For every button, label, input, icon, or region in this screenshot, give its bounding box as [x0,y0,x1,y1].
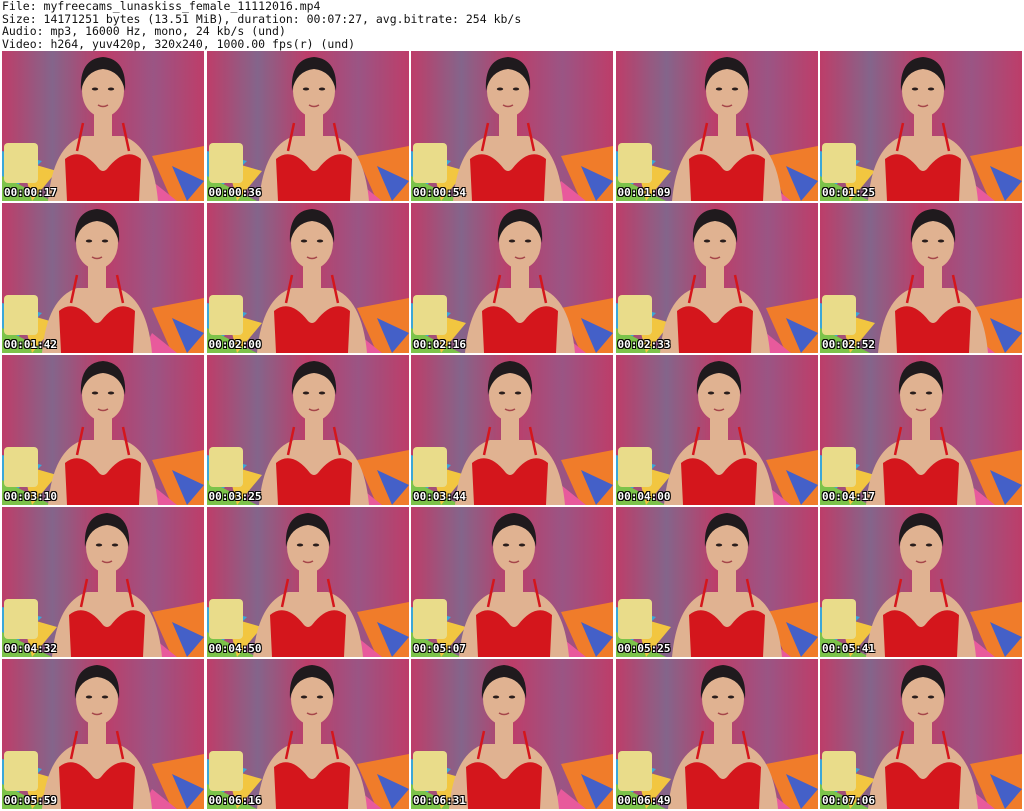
frame-image [2,507,204,657]
file-info-header: File: myfreecams_lunaskiss_female_111120… [0,0,1024,50]
video-frame-thumbnail: 00:05:25 [615,507,818,657]
frame-image [206,355,409,505]
video-frame-thumbnail: 00:03:10 [2,355,204,505]
frame-timestamp: 00:05:25 [617,642,671,655]
frame-timestamp: 00:02:33 [617,338,671,351]
frame-image [615,355,818,505]
frame-timestamp: 00:02:52 [822,338,875,351]
frame-image [2,355,204,505]
video-frame-thumbnail: 00:02:52 [820,203,1022,353]
frame-image [206,659,409,809]
video-frame-thumbnail: 00:05:59 [2,659,204,809]
video-frame-thumbnail: 00:06:49 [615,659,818,809]
frame-image [615,659,818,809]
video-frame-thumbnail: 00:04:50 [206,507,409,657]
frame-image [411,51,613,201]
video-frame-thumbnail: 00:05:41 [820,507,1022,657]
frame-timestamp: 00:01:09 [617,186,671,199]
frame-timestamp: 00:04:00 [617,490,671,503]
thumbnail-grid: 00:00:17 00:00:36 00:00:54 00:01:09 00:01:25… [2,51,1022,811]
video-frame-thumbnail: 00:04:32 [2,507,204,657]
frame-image [820,203,1022,353]
video-frame-thumbnail: 00:01:25 [820,51,1022,201]
frame-timestamp: 00:05:59 [4,794,57,807]
frame-image [2,51,204,201]
frame-image [206,51,409,201]
frame-timestamp: 00:07:06 [822,794,875,807]
frame-timestamp: 00:04:50 [208,642,262,655]
frame-image [2,659,204,809]
frame-image [206,203,409,353]
frame-image [2,203,204,353]
frame-timestamp: 00:03:10 [4,490,57,503]
frame-timestamp: 00:05:41 [822,642,875,655]
frame-image [411,659,613,809]
frame-image [615,507,818,657]
frame-image [411,355,613,505]
frame-image [820,51,1022,201]
frame-timestamp: 00:01:25 [822,186,875,199]
video-frame-thumbnail: 00:01:09 [615,51,818,201]
frame-image [820,507,1022,657]
video-frame-thumbnail: 00:03:44 [411,355,613,505]
frame-timestamp: 00:01:42 [4,338,57,351]
frame-timestamp: 00:05:07 [413,642,466,655]
video-frame-thumbnail: 00:01:42 [2,203,204,353]
video-frame-thumbnail: 00:03:25 [206,355,409,505]
frame-image [411,507,613,657]
video-frame-thumbnail: 00:06:31 [411,659,613,809]
video-frame-thumbnail: 00:00:17 [2,51,204,201]
frame-timestamp: 00:00:36 [208,186,262,199]
frame-image [615,51,818,201]
frame-timestamp: 00:03:25 [208,490,262,503]
video-frame-thumbnail: 00:07:06 [820,659,1022,809]
video-frame-thumbnail: 00:02:16 [411,203,613,353]
frame-image [206,507,409,657]
video-frame-thumbnail: 00:02:33 [615,203,818,353]
frame-timestamp: 00:06:31 [413,794,466,807]
frame-image [820,355,1022,505]
file-name-line: File: myfreecams_lunaskiss_female_111120… [2,0,321,13]
video-frame-thumbnail: 00:02:00 [206,203,409,353]
frame-image [615,203,818,353]
frame-timestamp: 00:06:49 [617,794,671,807]
frame-timestamp: 00:00:54 [413,186,466,199]
frame-timestamp: 00:06:16 [208,794,262,807]
video-frame-thumbnail: 00:06:16 [206,659,409,809]
video-frame-thumbnail: 00:00:54 [411,51,613,201]
video-frame-thumbnail: 00:05:07 [411,507,613,657]
frame-timestamp: 00:02:16 [413,338,466,351]
video-frame-thumbnail: 00:04:00 [615,355,818,505]
frame-image [411,203,613,353]
frame-timestamp: 00:04:17 [822,490,875,503]
video-info-line: Video: h264, yuv420p, 320x240, 1000.00 f… [2,36,356,51]
video-frame-thumbnail: 00:00:36 [206,51,409,201]
video-frame-thumbnail: 00:04:17 [820,355,1022,505]
frame-timestamp: 00:04:32 [4,642,57,655]
audio-info-line: Audio: mp3, 16000 Hz, mono, 24 kb/s (und… [2,24,286,38]
frame-timestamp: 00:02:00 [208,338,262,351]
frame-timestamp: 00:00:17 [4,186,57,199]
frame-image [820,659,1022,809]
frame-timestamp: 00:03:44 [413,490,466,503]
